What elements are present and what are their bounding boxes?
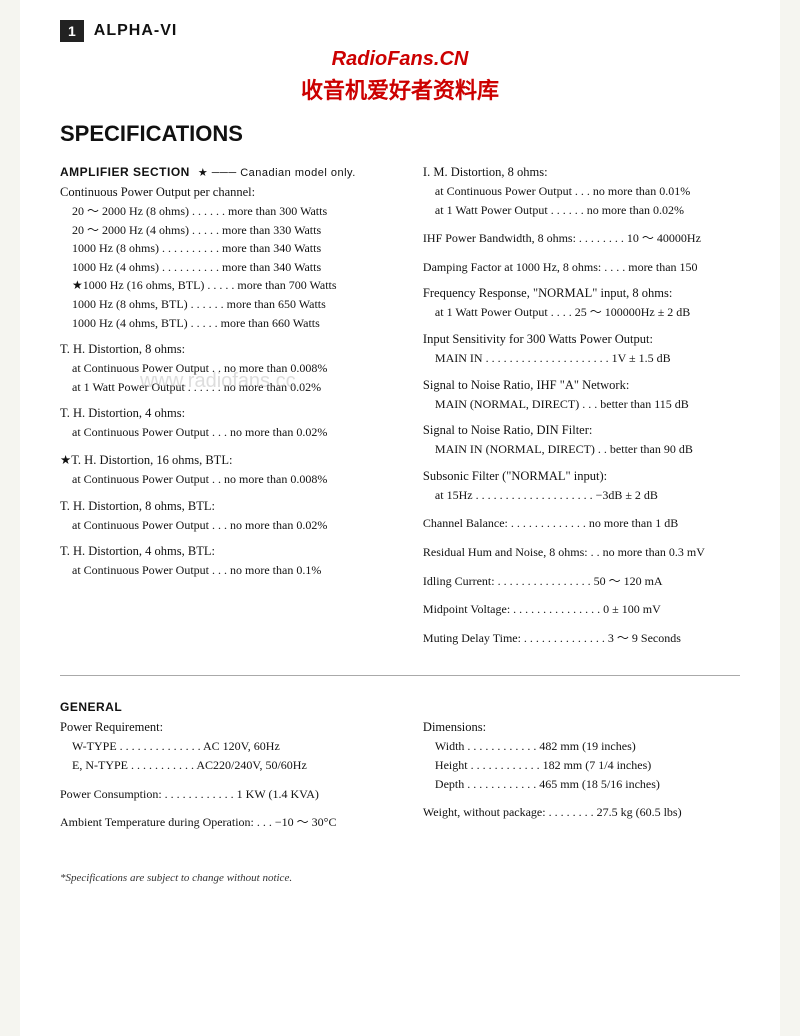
th-dist-4-title: T. H. Distortion, 4 ohms:	[60, 406, 393, 421]
im-dist-group: I. M. Distortion, 8 ohms: at Continuous …	[423, 165, 740, 219]
power-line-4: 1000 Hz (4 ohms) . . . . . . . . . . mor…	[60, 258, 393, 277]
model-name: ALPHA-VI	[94, 22, 178, 40]
th-dist-8-line-2: at 1 Watt Power Output . . . . . . no mo…	[60, 378, 393, 397]
power-req-title: Power Requirement:	[60, 720, 393, 735]
dimensions-title: Dimensions:	[423, 720, 740, 735]
freq-response-line-1: at 1 Watt Power Output . . . . 25 ～ 1000…	[423, 303, 740, 322]
freq-response-title: Frequency Response, "NORMAL" input, 8 oh…	[423, 286, 740, 301]
header: 1 ALPHA-VI	[60, 20, 740, 42]
ihf-line: IHF Power Bandwidth, 8 ohms: . . . . . .…	[423, 229, 740, 248]
dimensions-group: Dimensions: Width . . . . . . . . . . . …	[423, 720, 740, 793]
general-right: Dimensions: Width . . . . . . . . . . . …	[423, 720, 740, 841]
im-dist-line-2: at 1 Watt Power Output . . . . . . no mo…	[423, 201, 740, 220]
main-content: AMPLIFIER SECTION ★ ─── Canadian model o…	[60, 165, 740, 657]
power-consumption-group: Power Consumption: . . . . . . . . . . .…	[60, 785, 393, 804]
page-number: 1	[60, 20, 84, 42]
th-dist-8-line-1: at Continuous Power Output . . no more t…	[60, 359, 393, 378]
input-sens-title: Input Sensitivity for 300 Watts Power Ou…	[423, 332, 740, 347]
th-dist-8-title: T. H. Distortion, 8 ohms:	[60, 342, 393, 357]
snr-ihf-group: Signal to Noise Ratio, IHF "A" Network: …	[423, 378, 740, 414]
general-two-col: Power Requirement: W-TYPE . . . . . . . …	[60, 720, 740, 841]
channel-balance-group: Channel Balance: . . . . . . . . . . . .…	[423, 514, 740, 533]
page: 1 ALPHA-VI RadioFans.CN 收音机爱好者资料库 SPECIF…	[20, 0, 780, 1036]
damping-line: Damping Factor at 1000 Hz, 8 ohms: . . .…	[423, 258, 740, 277]
subsonic-group: Subsonic Filter ("NORMAL" input): at 15H…	[423, 469, 740, 505]
power-line-1: 20 ～ 2000 Hz (8 ohms) . . . . . . more t…	[60, 202, 393, 221]
general-section: GENERAL Power Requirement: W-TYPE . . . …	[60, 700, 740, 841]
power-req-group: Power Requirement: W-TYPE . . . . . . . …	[60, 720, 393, 774]
idling-current-line: Idling Current: . . . . . . . . . . . . …	[423, 572, 740, 591]
residual-hum-group: Residual Hum and Noise, 8 ohms: . . no m…	[423, 543, 740, 562]
channel-balance-line: Channel Balance: . . . . . . . . . . . .…	[423, 514, 740, 533]
weight-group: Weight, without package: . . . . . . . .…	[423, 803, 740, 822]
power-req-line-2: E, N-TYPE . . . . . . . . . . . AC220/24…	[60, 756, 393, 775]
power-line-2: 20 ～ 2000 Hz (4 ohms) . . . . . more tha…	[60, 221, 393, 240]
site-title: RadioFans.CN	[60, 48, 740, 71]
th-dist-16-btl-title: ★T. H. Distortion, 16 ohms, BTL:	[60, 452, 393, 468]
th-dist-8-btl-line-1: at Continuous Power Output . . . no more…	[60, 516, 393, 535]
power-line-7: 1000 Hz (4 ohms, BTL) . . . . . more tha…	[60, 314, 393, 333]
damping-group: Damping Factor at 1000 Hz, 8 ohms: . . .…	[423, 258, 740, 277]
midpoint-voltage-group: Midpoint Voltage: . . . . . . . . . . . …	[423, 600, 740, 619]
left-column: AMPLIFIER SECTION ★ ─── Canadian model o…	[60, 165, 393, 657]
freq-response-group: Frequency Response, "NORMAL" input, 8 oh…	[423, 286, 740, 322]
continuous-power-group: Continuous Power Output per channel: 20 …	[60, 185, 393, 332]
power-line-6: 1000 Hz (8 ohms, BTL) . . . . . . more t…	[60, 295, 393, 314]
residual-hum-line: Residual Hum and Noise, 8 ohms: . . no m…	[423, 543, 740, 562]
footer-note: *Specifications are subject to change wi…	[60, 872, 740, 884]
muting-delay-line: Muting Delay Time: . . . . . . . . . . .…	[423, 629, 740, 648]
general-heading: GENERAL	[60, 700, 740, 714]
snr-din-title: Signal to Noise Ratio, DIN Filter:	[423, 423, 740, 438]
idling-current-group: Idling Current: . . . . . . . . . . . . …	[423, 572, 740, 591]
snr-ihf-line-1: MAIN (NORMAL, DIRECT) . . . better than …	[423, 395, 740, 414]
amplifier-section-heading: AMPLIFIER SECTION ★ ─── Canadian model o…	[60, 165, 393, 179]
weight-line: Weight, without package: . . . . . . . .…	[423, 803, 740, 822]
th-dist-4-btl-line-1: at Continuous Power Output . . . no more…	[60, 561, 393, 580]
th-dist-8-btl-title: T. H. Distortion, 8 ohms, BTL:	[60, 499, 393, 514]
ambient-temp-line: Ambient Temperature during Operation: . …	[60, 813, 393, 832]
general-left: Power Requirement: W-TYPE . . . . . . . …	[60, 720, 393, 841]
midpoint-voltage-line: Midpoint Voltage: . . . . . . . . . . . …	[423, 600, 740, 619]
th-dist-4-group: T. H. Distortion, 4 ohms: at Continuous …	[60, 406, 393, 442]
section-divider	[60, 675, 740, 676]
th-dist-4-line-1: at Continuous Power Output . . . no more…	[60, 423, 393, 442]
th-dist-8-group: T. H. Distortion, 8 ohms: at Continuous …	[60, 342, 393, 396]
power-line-5: ★1000 Hz (16 ohms, BTL) . . . . . more t…	[60, 276, 393, 295]
dimensions-line-1: Width . . . . . . . . . . . . 482 mm (19…	[423, 737, 740, 756]
dimensions-line-2: Height . . . . . . . . . . . . 182 mm (7…	[423, 756, 740, 775]
im-dist-line-1: at Continuous Power Output . . . no more…	[423, 182, 740, 201]
site-subtitle: 收音机爱好者资料库	[60, 73, 740, 105]
snr-din-line-1: MAIN IN (NORMAL, DIRECT) . . better than…	[423, 440, 740, 459]
page-title: SPECIFICATIONS	[60, 121, 740, 147]
muting-delay-group: Muting Delay Time: . . . . . . . . . . .…	[423, 629, 740, 648]
snr-ihf-title: Signal to Noise Ratio, IHF "A" Network:	[423, 378, 740, 393]
th-dist-4-btl-group: T. H. Distortion, 4 ohms, BTL: at Contin…	[60, 544, 393, 580]
th-dist-8-btl-group: T. H. Distortion, 8 ohms, BTL: at Contin…	[60, 499, 393, 535]
th-dist-16-btl-group: ★T. H. Distortion, 16 ohms, BTL: at Cont…	[60, 452, 393, 489]
im-dist-title: I. M. Distortion, 8 ohms:	[423, 165, 740, 180]
right-column: I. M. Distortion, 8 ohms: at Continuous …	[423, 165, 740, 657]
dimensions-line-3: Depth . . . . . . . . . . . . 465 mm (18…	[423, 775, 740, 794]
ambient-temp-group: Ambient Temperature during Operation: . …	[60, 813, 393, 832]
th-dist-16-btl-line-1: at Continuous Power Output . . no more t…	[60, 470, 393, 489]
snr-din-group: Signal to Noise Ratio, DIN Filter: MAIN …	[423, 423, 740, 459]
subsonic-line-1: at 15Hz . . . . . . . . . . . . . . . . …	[423, 486, 740, 505]
input-sens-line-1: MAIN IN . . . . . . . . . . . . . . . . …	[423, 349, 740, 368]
power-req-line-1: W-TYPE . . . . . . . . . . . . . . AC 12…	[60, 737, 393, 756]
power-consumption-line: Power Consumption: . . . . . . . . . . .…	[60, 785, 393, 804]
subsonic-title: Subsonic Filter ("NORMAL" input):	[423, 469, 740, 484]
power-line-3: 1000 Hz (8 ohms) . . . . . . . . . . mor…	[60, 239, 393, 258]
input-sens-group: Input Sensitivity for 300 Watts Power Ou…	[423, 332, 740, 368]
ihf-group: IHF Power Bandwidth, 8 ohms: . . . . . .…	[423, 229, 740, 248]
continuous-power-title: Continuous Power Output per channel:	[60, 185, 393, 200]
th-dist-4-btl-title: T. H. Distortion, 4 ohms, BTL:	[60, 544, 393, 559]
